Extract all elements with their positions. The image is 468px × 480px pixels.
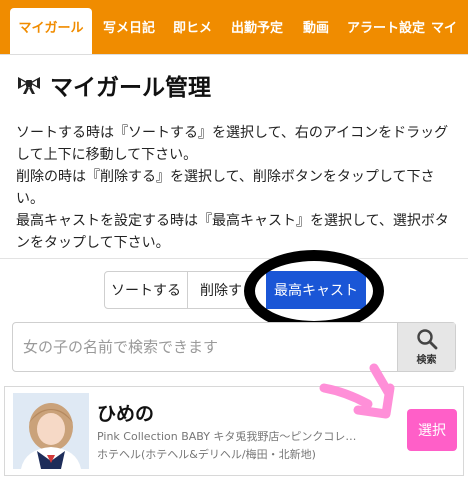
tab-photo-diary[interactable]: 写メ日記 xyxy=(103,8,155,50)
tab-schedule[interactable]: 出勤予定 xyxy=(231,8,283,50)
magnifier-icon xyxy=(416,329,437,350)
tab-bar: マイガール 写メ日記 即ヒメ 出勤予定 動画 アラート設定 マイ xyxy=(0,0,468,54)
delete-button[interactable]: 削除す xyxy=(187,271,267,309)
tab-my-girl[interactable]: マイガール xyxy=(10,8,92,54)
select-button[interactable]: 選択 xyxy=(407,409,457,451)
girl-name[interactable]: ひめの xyxy=(97,399,154,426)
tab-my[interactable]: マイ xyxy=(431,8,457,50)
page-title: マイガール管理 xyxy=(16,68,211,102)
search-button[interactable]: 検索 xyxy=(397,323,455,371)
girl-genre: ホテヘル(ホテヘル&デリヘル/梅田・北新地) xyxy=(97,448,316,461)
section-divider xyxy=(0,258,468,259)
girl-shop: Pink Collection BABY キタ兎我野店〜ピンクコレ… xyxy=(97,430,357,443)
tab-bar-divider xyxy=(0,54,468,55)
instruction-top-cast: 最高キャストを設定する時は『最高キャスト』を選択して、選択ボタンをタップして下さ… xyxy=(16,213,449,251)
tab-alert-settings[interactable]: アラート設定 xyxy=(347,8,425,50)
tab-video[interactable]: 動画 xyxy=(303,8,329,50)
ribbon-icon xyxy=(18,77,40,94)
girl-card: ひめの Pink Collection BABY キタ兎我野店〜ピンクコレ… ホ… xyxy=(4,386,464,476)
search-bar: 検索 xyxy=(12,322,456,372)
search-button-label: 検索 xyxy=(416,355,437,366)
page-title-text: マイガール管理 xyxy=(50,75,211,101)
sort-button[interactable]: ソートする xyxy=(104,271,188,309)
top-cast-button[interactable]: 最高キャスト xyxy=(266,271,366,309)
instruction-sort: ソートする時は『ソートする』を選択して、右のアイコンをドラッグして上下に移動して… xyxy=(16,125,449,163)
instruction-delete: 削除の時は『削除する』を選択して、削除ボタンをタップして下さい。 xyxy=(16,169,435,207)
search-input[interactable] xyxy=(23,323,393,371)
girl-photo xyxy=(13,393,89,469)
tab-instant-hime[interactable]: 即ヒメ xyxy=(173,8,212,50)
